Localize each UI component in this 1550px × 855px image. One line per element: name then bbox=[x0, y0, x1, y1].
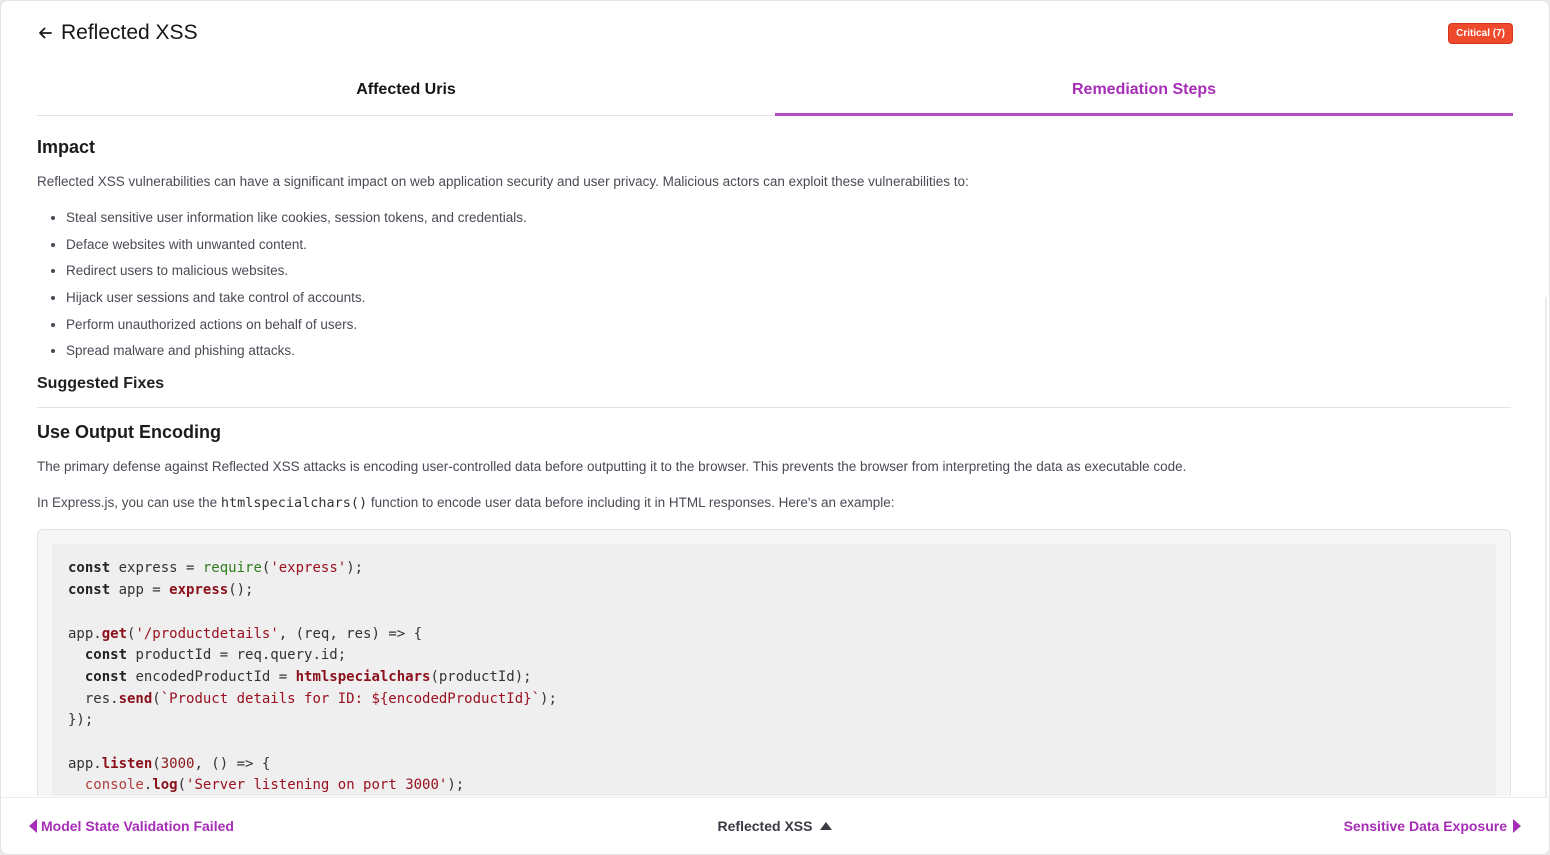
previous-vulnerability-link[interactable]: Model State Validation Failed bbox=[29, 818, 234, 834]
fix-example-paragraph: In Express.js, you can use the htmlspeci… bbox=[37, 493, 1511, 513]
code-line: res.send(`Product details for ID: ${enco… bbox=[68, 690, 557, 707]
page-title: Reflected XSS bbox=[61, 21, 198, 44]
fix-example-text-before: In Express.js, you can use the bbox=[37, 495, 221, 511]
code-line: console.log('Server listening on port 30… bbox=[84, 777, 465, 794]
fix-example-text-after: function to encode user data before incl… bbox=[367, 495, 895, 511]
next-vulnerability-label: Sensitive Data Exposure bbox=[1343, 818, 1507, 834]
code-line: }); bbox=[68, 712, 94, 729]
scrollbar[interactable] bbox=[1545, 297, 1547, 797]
footer-navigation: Model State Validation Failed Reflected … bbox=[1, 797, 1549, 854]
tab-affected-uris[interactable]: Affected Uris bbox=[37, 65, 775, 115]
code-line: app.listen(3000, () => { bbox=[68, 755, 271, 772]
remediation-content: Impact Reflected XSS vulnerabilities can… bbox=[37, 131, 1511, 796]
previous-vulnerability-label: Model State Validation Failed bbox=[41, 818, 234, 834]
list-item: Hijack user sessions and take control of… bbox=[66, 288, 1511, 308]
caret-right-icon bbox=[1513, 819, 1521, 833]
list-item: Perform unauthorized actions on behalf o… bbox=[66, 315, 1511, 335]
output-encoding-heading: Use Output Encoding bbox=[37, 422, 221, 443]
code-line: app.get('/productdetails', (req, res) =>… bbox=[68, 625, 423, 642]
impact-intro: Reflected XSS vulnerabilities can have a… bbox=[37, 174, 969, 189]
current-vulnerability-label: Reflected XSS bbox=[717, 818, 813, 834]
suggested-fixes-heading: Suggested Fixes bbox=[37, 375, 1511, 409]
code-line: const app = express(); bbox=[68, 582, 254, 599]
impact-list: Steal sensitive user information like co… bbox=[37, 208, 1511, 361]
impact-heading: Impact bbox=[37, 137, 96, 157]
list-item: Spread malware and phishing attacks. bbox=[66, 341, 1511, 361]
caret-up-icon[interactable] bbox=[820, 822, 833, 830]
page-header: Reflected XSS Critical (7) bbox=[37, 17, 1513, 49]
code-content[interactable]: const express = require('express'); const… bbox=[52, 544, 1496, 796]
list-item: Steal sensitive user information like co… bbox=[66, 208, 1511, 228]
inline-code: htmlspecialchars() bbox=[220, 495, 368, 512]
code-line: const express = require('express'); bbox=[68, 560, 364, 577]
code-block: const express = require('express'); const… bbox=[37, 529, 1511, 796]
caret-left-icon bbox=[29, 819, 37, 833]
severity-badge: Critical (7) bbox=[1448, 23, 1513, 44]
list-item: Redirect users to malicious websites. bbox=[66, 261, 1511, 281]
tab-bar: Affected Uris Remediation Steps bbox=[37, 65, 1513, 116]
code-line: const encodedProductId = htmlspecialchar… bbox=[84, 668, 532, 685]
vulnerability-panel: Reflected XSS Critical (7) Affected Uris… bbox=[0, 0, 1550, 855]
list-item: Deface websites with unwanted content. bbox=[66, 235, 1511, 255]
arrow-left-icon[interactable] bbox=[37, 25, 53, 41]
next-vulnerability-link[interactable]: Sensitive Data Exposure bbox=[1344, 818, 1521, 834]
tab-remediation-steps[interactable]: Remediation Steps bbox=[775, 65, 1513, 116]
code-line: const productId = req.query.id; bbox=[84, 647, 347, 664]
fix-paragraph: The primary defense against Reflected XS… bbox=[37, 459, 1187, 475]
